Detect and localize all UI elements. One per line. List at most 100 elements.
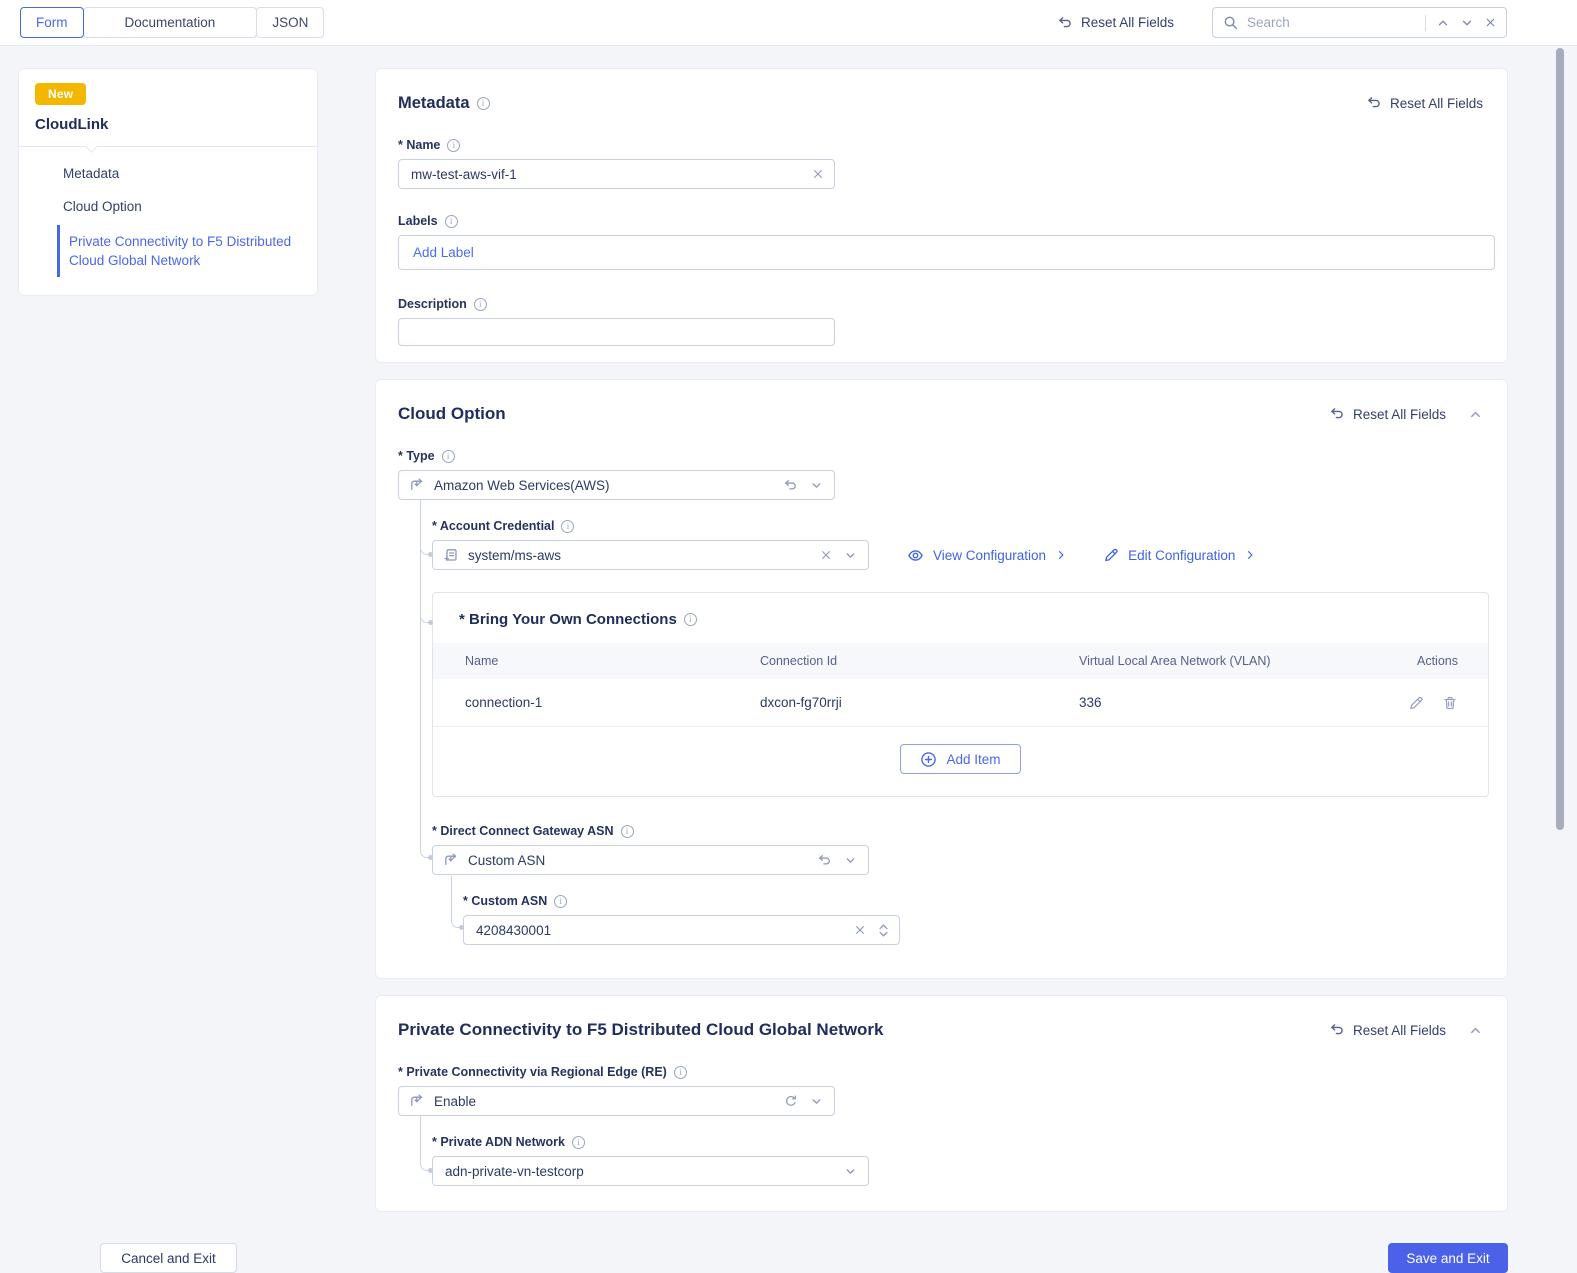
info-icon[interactable] xyxy=(473,297,487,311)
adn-network-value: adn-private-vn-testcorp xyxy=(445,1163,584,1179)
chevron-down-icon[interactable] xyxy=(1460,16,1474,30)
dcg-asn-select[interactable]: Custom ASN xyxy=(432,845,869,875)
cell-actions xyxy=(1406,695,1458,711)
private-connectivity-reset-button[interactable]: Reset All Fields xyxy=(1329,1022,1446,1038)
add-label-button[interactable]: Add Label xyxy=(413,245,474,260)
undo-icon xyxy=(1368,97,1380,108)
sidebar-item-cloud-option[interactable]: Cloud Option xyxy=(35,190,301,223)
table-row: connection-1 dxcon-fg70rrji 336 xyxy=(433,679,1488,727)
topbar-right: Reset All Fields xyxy=(1057,7,1507,38)
cell-vlan: 336 xyxy=(1079,695,1102,710)
save-and-exit-button[interactable]: Save and Exit xyxy=(1388,1243,1508,1273)
info-icon[interactable] xyxy=(444,214,458,228)
collapse-section-icon[interactable] xyxy=(1468,1023,1483,1038)
view-configuration-label: View Configuration xyxy=(933,547,1047,563)
info-icon[interactable] xyxy=(571,1135,585,1149)
type-select[interactable]: Amazon Web Services(AWS) xyxy=(398,470,835,500)
add-item-button[interactable]: Add Item xyxy=(900,744,1021,774)
undo-icon xyxy=(1059,16,1071,27)
bring-your-own-connections-panel: * Bring Your Own Connections Name Connec… xyxy=(432,592,1489,797)
stepper-up-icon[interactable] xyxy=(878,923,889,930)
tab-documentation-label: Documentation xyxy=(124,15,216,30)
metadata-title: Metadata xyxy=(398,93,470,112)
undo-icon[interactable] xyxy=(817,853,832,868)
cell-connection-id: dxcon-fg70rrji xyxy=(760,695,842,710)
collapse-section-icon[interactable] xyxy=(1468,407,1483,422)
info-icon[interactable] xyxy=(683,612,697,626)
reset-all-fields-button[interactable]: Reset All Fields xyxy=(1057,15,1174,31)
chevron-up-icon[interactable] xyxy=(1436,16,1450,30)
info-icon[interactable] xyxy=(447,138,461,152)
column-connection-id: Connection Id xyxy=(760,654,838,668)
search-box xyxy=(1212,7,1507,38)
info-icon[interactable] xyxy=(441,449,455,463)
account-credential-value: system/ms-aws xyxy=(468,547,562,563)
view-configuration-link[interactable]: View Configuration xyxy=(907,547,1067,564)
adn-network-label-text: * Private ADN Network xyxy=(432,1135,565,1149)
info-icon[interactable] xyxy=(554,894,568,908)
type-label-text: * Type xyxy=(398,449,435,463)
cloud-option-reset-button[interactable]: Reset All Fields xyxy=(1329,406,1446,422)
chevron-down-icon[interactable] xyxy=(810,479,823,492)
pencil-icon xyxy=(1105,548,1118,562)
tab-documentation[interactable]: Documentation xyxy=(82,7,258,38)
chevron-down-icon[interactable] xyxy=(844,854,857,867)
search-icon xyxy=(1224,16,1238,29)
name-label: * Name xyxy=(398,137,1483,153)
clear-icon[interactable] xyxy=(854,924,866,936)
chevron-down-icon[interactable] xyxy=(810,1095,823,1108)
custom-asn-input[interactable] xyxy=(476,922,854,938)
reset-label: Reset All Fields xyxy=(1389,95,1483,111)
tab-form[interactable]: Form xyxy=(20,7,84,38)
clear-icon[interactable] xyxy=(812,168,824,180)
stepper-down-icon[interactable] xyxy=(878,931,889,938)
info-icon[interactable] xyxy=(561,519,575,533)
metadata-reset-button[interactable]: Reset All Fields xyxy=(1366,95,1483,111)
refresh-icon[interactable] xyxy=(784,1094,798,1108)
delete-icon[interactable] xyxy=(1442,695,1458,711)
number-stepper[interactable] xyxy=(878,923,889,938)
re-select[interactable]: Enable xyxy=(398,1086,835,1116)
edit-icon[interactable] xyxy=(1408,695,1424,711)
private-connectivity-title: Private Connectivity to F5 Distributed C… xyxy=(398,1020,884,1039)
notch xyxy=(85,140,98,153)
tab-json[interactable]: JSON xyxy=(256,7,325,38)
tree-branch xyxy=(420,846,433,860)
description-input[interactable] xyxy=(398,318,835,346)
plus-circle-icon xyxy=(921,751,937,767)
info-icon[interactable] xyxy=(673,1065,687,1079)
custom-asn-label: * Custom ASN xyxy=(463,893,1483,909)
reset-label: Reset All Fields xyxy=(1352,406,1446,422)
sidebar-item-metadata[interactable]: Metadata xyxy=(35,157,301,190)
info-icon[interactable] xyxy=(620,824,634,838)
re-select-value: Enable xyxy=(434,1093,477,1109)
sidebar-item-private-connectivity[interactable]: Private Connectivity to F5 Distributed C… xyxy=(57,225,301,277)
cloud-option-section: Cloud Option Reset All Fields * Type i A… xyxy=(375,379,1508,979)
undo-icon[interactable] xyxy=(783,478,798,493)
sidebar: New CloudLink Metadata Cloud Option Priv… xyxy=(18,68,318,296)
name-input[interactable] xyxy=(411,166,812,182)
adn-network-select[interactable]: adn-private-vn-testcorp xyxy=(432,1156,869,1186)
new-badge: New xyxy=(35,83,87,105)
topbar: Form Documentation JSON Reset All Fields xyxy=(0,0,1577,46)
account-credential-select[interactable]: system/ms-aws xyxy=(432,540,869,570)
description-label-text: Description xyxy=(398,297,467,311)
vertical-scrollbar[interactable] xyxy=(1556,48,1564,830)
tree-branch xyxy=(420,1159,433,1173)
tree-branch xyxy=(420,611,433,625)
cloudlink-form-page: Form Documentation JSON Reset All Fields xyxy=(0,0,1577,1273)
cancel-and-exit-button[interactable]: Cancel and Exit xyxy=(100,1243,237,1273)
close-icon[interactable] xyxy=(1484,16,1497,29)
private-connectivity-section: Private Connectivity to F5 Distributed C… xyxy=(375,995,1508,1212)
search-input[interactable] xyxy=(1247,15,1425,30)
clear-icon[interactable] xyxy=(820,549,832,561)
byoc-title: * Bring Your Own Connections xyxy=(433,611,1488,628)
chevron-down-icon[interactable] xyxy=(844,1165,857,1178)
labels-field[interactable]: Add Label xyxy=(398,235,1495,270)
chevron-down-icon[interactable] xyxy=(844,549,857,562)
divider xyxy=(19,140,317,153)
view-tabs: Form Documentation JSON xyxy=(20,7,325,38)
info-icon[interactable] xyxy=(476,96,490,110)
column-actions: Actions xyxy=(1417,654,1458,668)
edit-configuration-link[interactable]: Edit Configuration xyxy=(1103,547,1256,563)
